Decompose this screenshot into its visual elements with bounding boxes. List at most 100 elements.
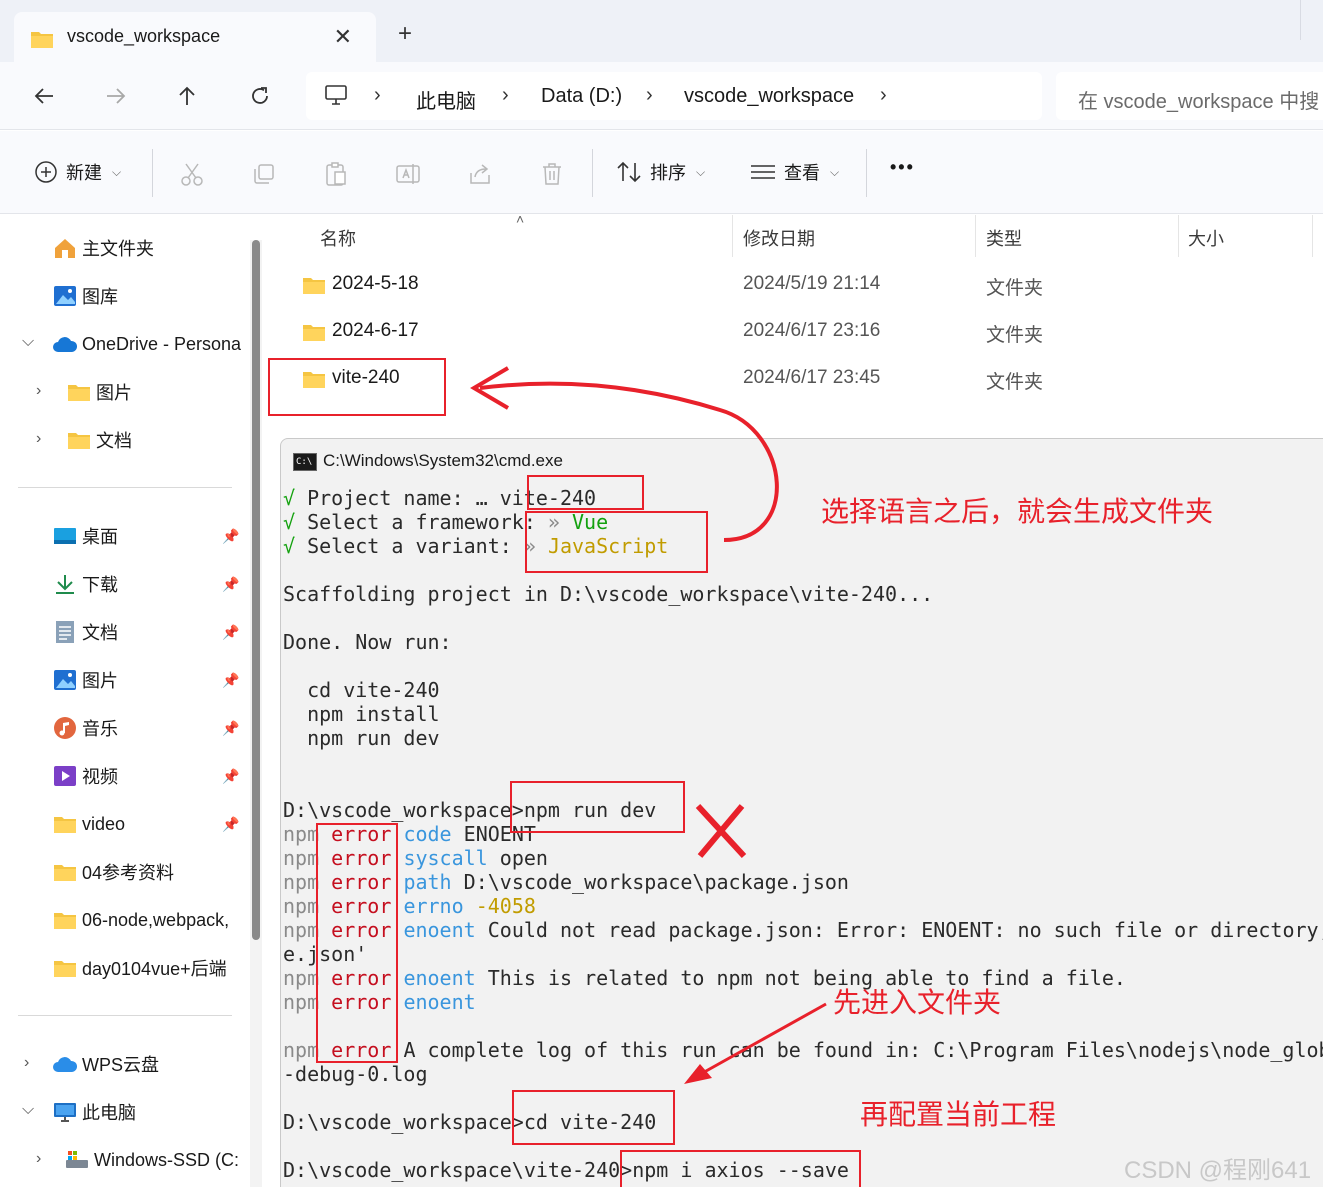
sort-button[interactable]: 排序 ⌵ (616, 159, 705, 185)
column-header-modified[interactable]: 修改日期 (743, 225, 815, 251)
sidebar-scroll-thumb[interactable] (252, 240, 260, 940)
new-button[interactable]: 新建 ⌵ (34, 159, 121, 185)
sidebar-item-video-folder[interactable]: video (52, 808, 125, 840)
search-input[interactable]: 在 vscode_workspace 中搜 (1056, 72, 1323, 120)
sidebar-item-onedrive-documents[interactable]: 文档 (66, 424, 132, 456)
pin-icon[interactable]: 📌 (222, 720, 239, 737)
sidebar-item-label: 文档 (96, 431, 132, 451)
back-button[interactable] (28, 80, 60, 112)
pin-icon[interactable]: 📌 (222, 624, 239, 641)
arrow-right-icon (107, 88, 126, 104)
sidebar-item-label: 下载 (82, 575, 118, 595)
sidebar-item-label: Windows-SSD (C: (94, 1149, 240, 1170)
column-divider[interactable] (975, 215, 976, 257)
sidebar-item-onedrive[interactable]: OneDrive - Persona (52, 328, 241, 360)
chevron-down-icon: ⌵ (696, 164, 706, 179)
arrow-left-icon (34, 88, 53, 104)
sidebar-item-day0104[interactable]: day0104vue+后端 (52, 952, 244, 984)
chevron-right-icon[interactable]: › (24, 1054, 29, 1072)
chevron-down-icon[interactable]: ⌵ (22, 333, 34, 351)
tab-vscode-workspace[interactable]: vscode_workspace ✕ (14, 12, 376, 62)
console-line: Done. Now run: (283, 630, 452, 654)
sidebar-item-desktop[interactable]: 桌面 (52, 520, 118, 552)
console-line: npm error errno -4058 (283, 894, 536, 918)
file-modified: 2024/6/17 23:45 (743, 367, 881, 388)
drive-icon (64, 1148, 90, 1172)
sidebar-item-label: 主文件夹 (82, 239, 154, 259)
column-header-type[interactable]: 类型 (986, 225, 1022, 251)
folder-icon (31, 32, 53, 48)
table-row[interactable]: vite-240 2024/6/17 23:45 文件夹 (272, 357, 1323, 401)
pin-icon[interactable]: 📌 (222, 816, 239, 833)
file-name: 2024-5-18 (332, 273, 419, 294)
console-line: √ Select a framework: » Vue (283, 510, 609, 534)
window-controls[interactable] (1300, 0, 1323, 40)
music-icon (52, 716, 78, 740)
breadcrumb-vscode-workspace[interactable]: vscode_workspace (684, 85, 854, 108)
video-icon (52, 764, 78, 788)
more-options-button[interactable]: ••• (890, 157, 915, 178)
pin-icon[interactable]: 📌 (222, 672, 239, 689)
paste-icon[interactable] (323, 161, 349, 187)
console-line: npm error syscall open (283, 846, 548, 870)
close-tab-button[interactable]: ✕ (334, 24, 352, 50)
chevron-down-icon[interactable]: ⌵ (22, 1101, 34, 1119)
sidebar-item-label: WPS云盘 (82, 1055, 160, 1075)
forward-button[interactable] (100, 80, 132, 112)
sidebar-item-onedrive-pictures[interactable]: 图片 (66, 376, 132, 408)
table-row[interactable]: 2024-6-17 2024/6/17 23:16 文件夹 (272, 310, 1323, 354)
sidebar-item-label: 视频 (82, 767, 118, 787)
sidebar-item-node-webpack[interactable]: 06-node,webpack, (52, 904, 229, 936)
cmd-title-bar[interactable]: C:\ C:\Windows\System32\cmd.exe (281, 439, 1323, 483)
sidebar-item-videos[interactable]: 视频 (52, 760, 118, 792)
new-tab-button[interactable]: + (398, 22, 412, 46)
file-modified: 2024/5/19 21:14 (743, 273, 881, 294)
chevron-right-icon[interactable]: › (36, 382, 41, 400)
chevron-right-icon[interactable]: › (36, 1150, 41, 1168)
sidebar-item-this-pc[interactable]: 此电脑 (52, 1096, 136, 1128)
chevron-right-icon[interactable]: › (36, 430, 41, 448)
column-header-name[interactable]: 名称 (320, 225, 356, 251)
download-icon (52, 572, 78, 596)
column-header-size[interactable]: 大小 (1188, 225, 1224, 251)
sidebar-item-documents[interactable]: 文档 (52, 616, 118, 648)
chevron-right-icon: › (374, 84, 381, 106)
console-line: D:\vscode_workspace>cd vite-240 (283, 1110, 657, 1134)
column-divider[interactable] (732, 215, 733, 257)
gallery-icon (52, 284, 78, 308)
pin-icon[interactable]: 📌 (222, 768, 239, 785)
cmd-window[interactable]: C:\ C:\Windows\System32\cmd.exe √ Projec… (280, 438, 1323, 1187)
cut-icon[interactable] (179, 161, 205, 187)
table-row[interactable]: 2024-5-18 2024/5/19 21:14 文件夹 (272, 263, 1323, 307)
column-divider[interactable] (1178, 215, 1179, 257)
up-button[interactable] (171, 80, 203, 112)
console-line: npm error path D:\vscode_workspace\packa… (283, 870, 849, 894)
breadcrumb-data-drive[interactable]: Data (D:) (541, 85, 622, 108)
sidebar-item-reference[interactable]: 04参考资料 (52, 856, 174, 888)
refresh-button[interactable] (244, 80, 276, 112)
breadcrumb-this-pc[interactable]: 此电脑 (416, 85, 476, 114)
sidebar-item-gallery[interactable]: 图库 (52, 280, 118, 312)
sidebar-item-pictures[interactable]: 图片 (52, 664, 118, 696)
column-divider[interactable] (1312, 215, 1313, 257)
sidebar-item-label: day0104vue+后端 (82, 959, 227, 979)
sidebar-item-windows-ssd[interactable]: Windows-SSD (C: (64, 1144, 239, 1176)
address-bar[interactable]: › 此电脑 › Data (D:) › vscode_workspace › (306, 72, 1042, 120)
sidebar-item-wps-cloud[interactable]: WPS云盘 (52, 1048, 159, 1080)
chevron-down-icon: ⌵ (112, 164, 122, 179)
sidebar-item-music[interactable]: 音乐 (52, 712, 118, 744)
sidebar-item-home[interactable]: 主文件夹 (52, 232, 154, 264)
file-modified: 2024/6/17 23:16 (743, 320, 881, 341)
sidebar-item-downloads[interactable]: 下载 (52, 568, 118, 600)
sidebar-item-label: 图片 (96, 383, 132, 403)
console-line: npm error code ENOENT (283, 822, 536, 846)
rename-icon[interactable] (395, 161, 421, 187)
share-icon[interactable] (467, 161, 493, 187)
watermark: CSDN @程刚641 (1124, 1157, 1312, 1184)
pin-icon[interactable]: 📌 (222, 576, 239, 593)
pin-icon[interactable]: 📌 (222, 528, 239, 545)
copy-icon[interactable] (251, 161, 277, 187)
sidebar-item-label: 图片 (82, 671, 118, 691)
view-button[interactable]: 查看 ⌵ (750, 159, 839, 185)
delete-icon[interactable] (539, 161, 565, 187)
